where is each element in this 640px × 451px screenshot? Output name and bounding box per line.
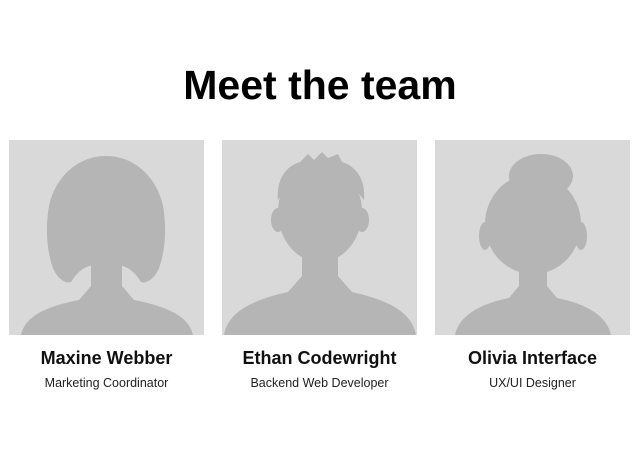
team-member-card: Ethan Codewright Backend Web Developer [222, 140, 417, 391]
avatar [222, 140, 417, 335]
avatar [435, 140, 630, 335]
member-name: Olivia Interface [467, 348, 598, 368]
team-member-card: Maxine Webber Marketing Coordinator [9, 140, 204, 391]
member-role: UX/UI Designer [489, 376, 576, 390]
member-name: Maxine Webber [40, 348, 173, 368]
team-grid: Maxine Webber Marketing Coordinator Etha… [9, 140, 631, 400]
member-role: Marketing Coordinator [44, 376, 169, 390]
member-role: Backend Web Developer [250, 376, 389, 390]
team-member-card: Olivia Interface UX/UI Designer [435, 140, 630, 391]
person-silhouette-bun-hair-icon [455, 154, 611, 335]
person-silhouette-bob-hair-icon [21, 156, 193, 335]
page-title: Meet the team [183, 62, 457, 108]
avatar [9, 140, 204, 335]
person-silhouette-short-hair-icon [224, 152, 416, 335]
member-name: Ethan Codewright [242, 348, 397, 368]
